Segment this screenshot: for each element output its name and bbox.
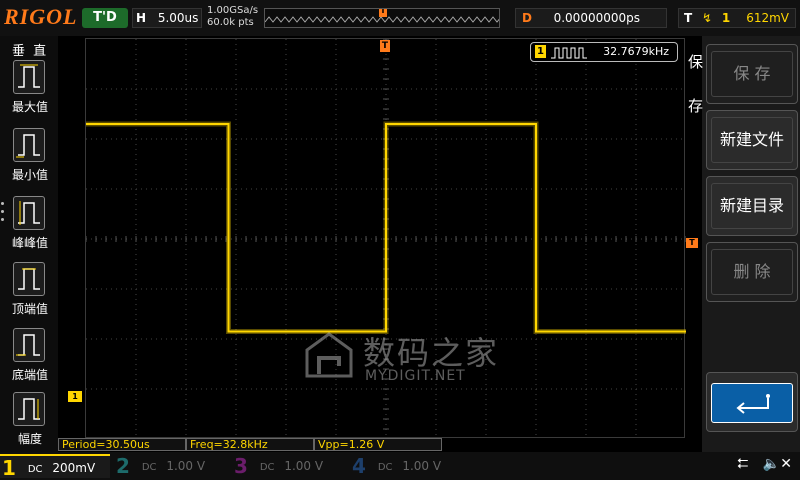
softkey-new-file[interactable]: 新建文件 xyxy=(706,110,798,170)
trigger-level: 612mV xyxy=(746,11,789,25)
softkey-save-label: 保 存 xyxy=(711,51,793,97)
measure-item-max[interactable]: 最大值 xyxy=(6,60,56,120)
softkey-menu: 保存 保 存 新建文件 新建目录 删 除 xyxy=(688,36,800,452)
min-value-icon xyxy=(13,128,45,162)
measure-item-amplitude[interactable]: 幅度 xyxy=(6,392,56,452)
waveform-trace xyxy=(86,123,686,333)
menu-title: 保存 xyxy=(688,53,704,115)
channel-2-coupling: DC xyxy=(141,462,157,473)
trigger-position-arrow[interactable]: T xyxy=(380,40,390,52)
watermark-logo-icon xyxy=(305,332,353,378)
trigger-source: 1 xyxy=(721,11,731,25)
measure-item-top[interactable]: 顶端值 xyxy=(6,262,56,322)
channel-2-number: 2 xyxy=(116,454,130,478)
channel-4-coupling: DC xyxy=(377,462,393,473)
amplitude-icon xyxy=(13,392,45,426)
delay-tag: D xyxy=(522,11,532,25)
rising-edge-icon: ↯ xyxy=(702,11,713,25)
measurement-vpp[interactable]: Vpp=1.26 V xyxy=(314,438,442,451)
base-value-icon xyxy=(13,328,45,362)
trigger-settings[interactable]: T ↯ 1 612mV xyxy=(678,8,796,28)
measurement-bar: Period=30.50us Freq=32.8kHz Vpp=1.26 V xyxy=(58,438,698,452)
channel-1-scale: 200mV xyxy=(52,461,96,475)
counter-channel: 1 xyxy=(535,45,546,58)
measure-label-min: 最小值 xyxy=(11,168,48,182)
delay-value: 0.00000000ps xyxy=(553,11,640,25)
peak-to-peak-icon xyxy=(13,196,45,230)
memory-depth: 60.0k pts xyxy=(207,17,254,28)
channel-2-scale: 1.00 V xyxy=(166,459,206,473)
top-value-icon xyxy=(13,262,45,296)
softkey-new-file-label: 新建文件 xyxy=(711,117,793,163)
softkey-delete-label: 删 除 xyxy=(711,249,793,295)
top-status-bar: RIGOL T'D H 5.00us 1.00GSa/s 60.0k pts T… xyxy=(0,0,800,36)
softkey-save[interactable]: 保 存 xyxy=(706,44,798,104)
channel-4-tab[interactable]: 4 DC 1.00 V xyxy=(350,454,462,478)
acquisition-info: 1.00GSa/s 60.0k pts xyxy=(207,5,258,29)
channel-3-tab[interactable]: 3 DC 1.00 V xyxy=(232,454,344,478)
watermark: 数码之家 MYDIGIT.NET xyxy=(303,328,503,388)
measure-sidebar: 垂 直 最大值 最小值 峰峰值 顶端值 底端值 幅度 xyxy=(0,36,58,452)
watermark-text-en: MYDIGIT.NET xyxy=(365,368,466,384)
measurement-period[interactable]: Period=30.50us xyxy=(58,438,186,451)
measure-label-max: 最大值 xyxy=(11,100,48,114)
softkey-enter[interactable] xyxy=(706,372,798,432)
timebase-value: 5.00us xyxy=(157,11,199,25)
measure-item-min[interactable]: 最小值 xyxy=(6,128,56,188)
trigger-tag: T xyxy=(684,11,693,25)
channel-3-scale: 1.00 V xyxy=(284,459,324,473)
channel-1-number: 1 xyxy=(2,456,16,480)
channel1-offset-marker[interactable]: 1 xyxy=(68,391,82,402)
max-value-icon xyxy=(13,60,45,94)
measure-item-pk-pk[interactable]: 峰峰值 xyxy=(6,196,56,256)
sample-rate: 1.00GSa/s xyxy=(207,5,259,16)
channel-status-bar: 1 DC 200mV 2 DC 1.00 V 3 DC 1.00 V 4 DC … xyxy=(0,452,800,480)
sidebar-page-dots xyxy=(1,202,5,226)
counter-value: 32.7679kHz xyxy=(603,45,669,58)
channel-4-number: 4 xyxy=(352,454,366,478)
channel-3-number: 3 xyxy=(234,454,248,478)
waveform-position-bar[interactable]: T xyxy=(264,8,500,28)
measure-label-pk-pk: 峰峰值 xyxy=(11,236,48,250)
square-wave-icon xyxy=(551,47,587,59)
channel-4-scale: 1.00 V xyxy=(402,459,442,473)
status-icons: ⮄ 🔈✕ xyxy=(737,456,792,472)
trigger-level-arrow[interactable]: T xyxy=(686,238,698,248)
measure-label-amplitude: 幅度 xyxy=(17,432,42,446)
measure-label-base: 底端值 xyxy=(11,368,48,382)
horizontal-tag: H xyxy=(136,11,147,25)
channel-2-tab[interactable]: 2 DC 1.00 V xyxy=(114,454,226,478)
channel-1-coupling: DC xyxy=(27,464,43,475)
horizontal-timebase[interactable]: H 5.00us xyxy=(132,8,202,28)
sidebar-title: 垂 直 xyxy=(12,44,49,59)
enter-icon xyxy=(736,394,770,414)
measurement-frequency[interactable]: Freq=32.8kHz xyxy=(186,438,314,451)
measure-label-top: 顶端值 xyxy=(11,302,48,316)
usb-icon: ⮄ xyxy=(737,456,749,472)
run-state-indicator[interactable]: T'D xyxy=(82,8,128,28)
trigger-position-marker: T xyxy=(380,8,386,15)
channel-3-coupling: DC xyxy=(259,462,275,473)
softkey-new-folder[interactable]: 新建目录 xyxy=(706,176,798,236)
horizontal-delay[interactable]: D 0.00000000ps xyxy=(515,8,667,28)
speaker-mute-icon[interactable]: 🔈✕ xyxy=(763,456,792,472)
frequency-counter: 1 32.7679kHz xyxy=(530,42,678,62)
channel-1-tab[interactable]: 1 DC 200mV xyxy=(0,454,110,480)
softkey-delete[interactable]: 删 除 xyxy=(706,242,798,302)
brand-logo: RIGOL xyxy=(4,4,78,29)
softkey-new-folder-label: 新建目录 xyxy=(711,183,793,229)
measure-item-base[interactable]: 底端值 xyxy=(6,328,56,388)
